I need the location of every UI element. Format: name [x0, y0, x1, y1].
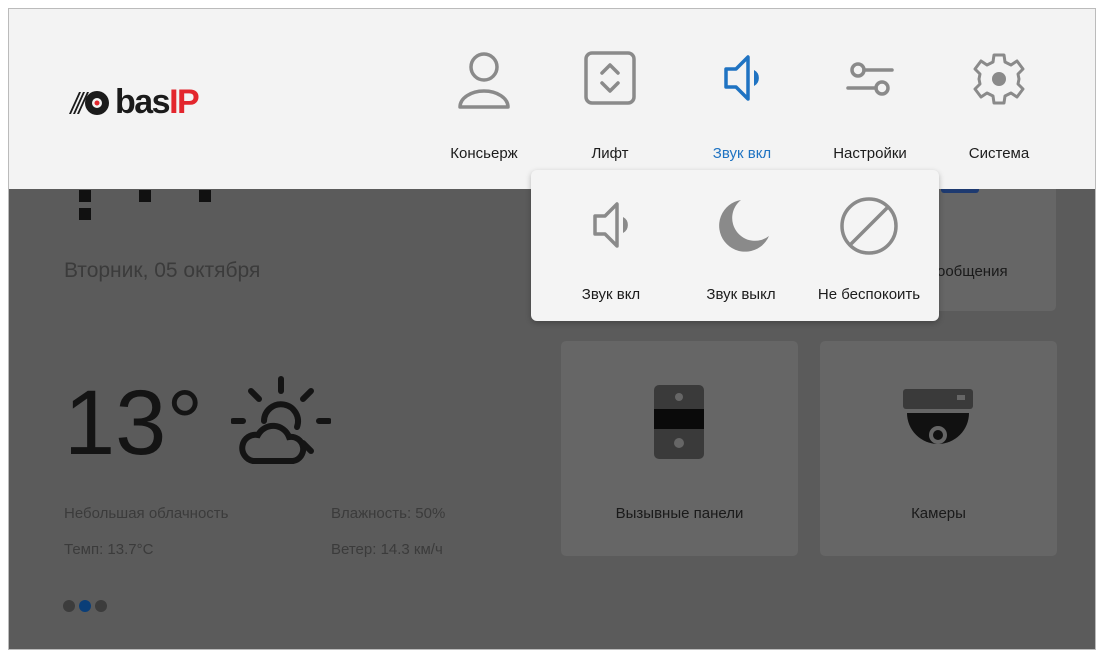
do-not-disturb-label: Не беспокоить: [817, 286, 921, 303]
sound-on-option[interactable]: Звук вкл: [546, 170, 676, 321]
moon-icon: [719, 200, 769, 252]
nav-sound-label: Звук вкл: [712, 145, 772, 162]
logo-text-bas: bas: [115, 83, 171, 121]
nav-concierge-label: Консьерж: [450, 145, 518, 162]
page-dot-active[interactable]: [79, 600, 91, 612]
logo-text-ip: IP: [169, 83, 200, 121]
gear-icon: [973, 53, 1025, 105]
weather-description: Небольшая облачность: [64, 505, 229, 522]
do-not-disturb-option[interactable]: Не беспокоить: [804, 170, 934, 321]
temperature-value: 13°: [64, 372, 204, 474]
nav-settings-label: Настройки: [833, 145, 907, 162]
nav-system-label: Система: [968, 145, 1030, 162]
page-dot[interactable]: [95, 600, 107, 612]
do-not-disturb-icon: [840, 197, 898, 255]
nav-system[interactable]: Система: [944, 49, 1054, 169]
bas-ip-logo: basIP: [67, 83, 200, 122]
tile-cameras[interactable]: Камеры: [820, 341, 1057, 556]
partly-cloudy-icon: [231, 376, 331, 464]
tile-messages-label: ообщения: [937, 263, 1008, 280]
page-indicator: [63, 599, 111, 617]
page-dot[interactable]: [63, 600, 75, 612]
person-icon: [458, 52, 510, 109]
sound-off-option[interactable]: Звук выкл: [676, 170, 806, 321]
tile-cameras-label: Камеры: [911, 505, 966, 522]
sound-mode-menu: Звук вкл Звук выкл Не беспокоить: [531, 170, 939, 321]
sound-off-label: Звук выкл: [706, 286, 776, 303]
logo-text: basIP: [115, 83, 200, 122]
nav-elevator[interactable]: Лифт: [555, 49, 665, 169]
tile-call-panels-label: Вызывные панели: [615, 505, 744, 522]
sliders-icon: [846, 62, 894, 96]
weather-wind: Ветер: 14.3 км/ч: [331, 541, 443, 558]
weather-temp: Темп: 13.7°C: [64, 541, 154, 558]
tile-call-panels[interactable]: Вызывные панели: [561, 341, 798, 556]
speaker-icon: [593, 202, 628, 248]
elevator-icon: [584, 51, 636, 105]
clock-digits-partial: [79, 189, 299, 220]
sound-on-label: Звук вкл: [581, 286, 641, 303]
intercom-screen: Вторник, 05 октября 13° Небольшая облачн…: [8, 8, 1096, 650]
speaker-icon: [724, 55, 759, 101]
camera-icon: [903, 389, 973, 444]
nav-sound[interactable]: Звук вкл: [687, 49, 797, 169]
top-bar: basIP Консьерж Лифт Звук вкл Настройки С…: [9, 9, 1095, 189]
nav-concierge[interactable]: Консьерж: [429, 49, 539, 169]
nav-elevator-label: Лифт: [591, 145, 629, 162]
door-panel-icon: [654, 385, 704, 459]
date-label: Вторник, 05 октября: [64, 259, 261, 282]
weather-humidity: Влажность: 50%: [331, 505, 446, 522]
logo-mark-icon: [69, 90, 109, 115]
nav-settings[interactable]: Настройки: [815, 49, 925, 169]
